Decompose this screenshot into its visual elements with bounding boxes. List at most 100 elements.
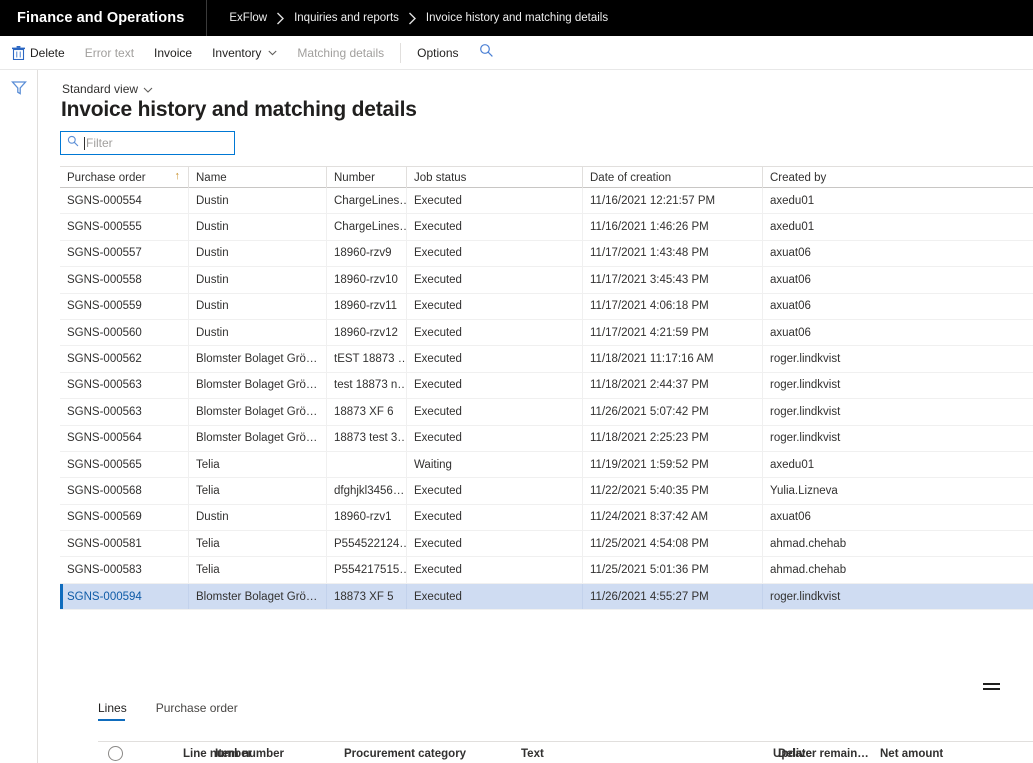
cell-purchase-order[interactable]: SGNS-000594 bbox=[60, 584, 188, 609]
tab-label: Purchase order bbox=[155, 701, 238, 715]
left-navigation-rail bbox=[0, 70, 38, 763]
lines-column-header-deliver-remainder[interactable]: Deliver remain… bbox=[778, 742, 878, 763]
cell-purchase-order[interactable]: SGNS-000569 bbox=[60, 505, 188, 530]
tab-label: Lines bbox=[98, 701, 127, 715]
table-row[interactable]: SGNS-000563 Blomster Bolaget Grö… 18873 XF… bbox=[60, 399, 1033, 426]
cell-purchase-order[interactable]: SGNS-000562 bbox=[60, 346, 188, 371]
cell-created-by: axedu01 bbox=[762, 451, 1033, 478]
table-row[interactable]: SGNS-000558 Dustin 18960-rzv10 Executed 11/1… bbox=[60, 267, 1033, 294]
toolbar-divider bbox=[400, 42, 402, 63]
cell-created-by: axuat06 bbox=[762, 267, 1033, 293]
filter-funnel-icon bbox=[11, 81, 27, 100]
cell-date-of-creation: 11/25/2021 4:54:08 PM bbox=[582, 531, 762, 557]
column-header-job-status[interactable]: Job status bbox=[406, 167, 582, 188]
lines-column-header-text[interactable]: Text bbox=[521, 742, 736, 763]
lines-column-header-procurement-category[interactable]: Procurement category bbox=[344, 742, 519, 763]
invoice-button[interactable]: Invoice bbox=[144, 39, 202, 67]
cell-number: 18960-rzv12 bbox=[326, 319, 406, 346]
cell-purchase-order[interactable]: SGNS-000554 bbox=[60, 188, 188, 213]
table-row[interactable]: SGNS-000594 Blomster Bolaget Grö… 18873 XF… bbox=[60, 583, 1033, 611]
table-row[interactable]: SGNS-000564 Blomster Bolaget Grö… 18873 te… bbox=[60, 425, 1033, 452]
filter-input[interactable]: Filter bbox=[60, 131, 235, 155]
table-row[interactable]: SGNS-000559 Dustin 18960-rzv11 Executed 11/1… bbox=[60, 293, 1033, 320]
lines-column-header-item-number[interactable]: Item number bbox=[215, 742, 335, 763]
cell-number: tEST 18873 … bbox=[326, 346, 406, 372]
cell-purchase-order[interactable]: SGNS-000559 bbox=[60, 294, 188, 319]
action-pane-toolbar: Delete Error text Invoice Inventory Matc… bbox=[0, 36, 1033, 70]
tab-lines[interactable]: Lines bbox=[98, 701, 143, 721]
table-row[interactable]: SGNS-000568 Telia dfghjkl3456… Executed 11/2… bbox=[60, 478, 1033, 505]
cell-date-of-creation: 11/17/2021 3:45:43 PM bbox=[582, 267, 762, 293]
table-row[interactable]: SGNS-000569 Dustin 18960-rzv1 Executed 11/24… bbox=[60, 504, 1033, 532]
table-row[interactable]: SGNS-000562 Blomster Bolaget Grö… tEST 188… bbox=[60, 346, 1033, 373]
table-row[interactable]: SGNS-000581 Telia P554522124… Executed 11/25… bbox=[60, 531, 1033, 558]
column-header-label: Number bbox=[334, 171, 375, 184]
sort-ascending-icon: ↑ bbox=[174, 170, 181, 182]
options-button-label: Options bbox=[417, 45, 459, 60]
cell-purchase-order[interactable]: SGNS-000583 bbox=[60, 557, 188, 582]
cell-name: Telia bbox=[188, 531, 326, 557]
cell-name: Dustin bbox=[188, 293, 326, 319]
cell-number: ChargeLines… bbox=[326, 214, 406, 240]
cell-purchase-order[interactable]: SGNS-000563 bbox=[60, 373, 188, 398]
filter-pane-toggle[interactable] bbox=[11, 80, 27, 101]
options-button[interactable]: Options bbox=[407, 39, 468, 67]
splitter-bar bbox=[983, 688, 1000, 690]
cell-purchase-order[interactable]: SGNS-000564 bbox=[60, 426, 188, 451]
view-selector[interactable]: Standard view bbox=[62, 82, 153, 96]
table-row[interactable]: SGNS-000557 Dustin 18960-rzv9 Executed 11/17… bbox=[60, 240, 1033, 268]
column-header-number[interactable]: Number bbox=[326, 167, 406, 188]
cell-name: Dustin bbox=[188, 267, 326, 293]
cell-purchase-order[interactable]: SGNS-000560 bbox=[60, 320, 188, 345]
cell-number: test 18873 n… bbox=[326, 372, 406, 399]
error-text-button-label: Error text bbox=[84, 45, 135, 60]
cell-purchase-order[interactable]: SGNS-000557 bbox=[60, 241, 188, 266]
table-row[interactable]: SGNS-000563 Blomster Bolaget Grö… test 188… bbox=[60, 372, 1033, 400]
table-row[interactable]: SGNS-000555 Dustin ChargeLines… Executed 11/… bbox=[60, 214, 1033, 241]
select-all-rows-toggle[interactable] bbox=[108, 746, 123, 761]
cell-number: 18873 XF 6 bbox=[326, 399, 406, 425]
cell-job-status: Executed bbox=[406, 399, 582, 425]
table-row[interactable]: SGNS-000554 Dustin ChargeLines… Executed 11/… bbox=[60, 188, 1033, 215]
table-row[interactable]: SGNS-000583 Telia P554217515… Executed 11/25… bbox=[60, 557, 1033, 584]
cell-created-by: axuat06 bbox=[762, 240, 1033, 267]
cell-created-by: roger.lindkvist bbox=[762, 346, 1033, 372]
page-title: Invoice history and matching details bbox=[61, 98, 417, 121]
cell-purchase-order[interactable]: SGNS-000581 bbox=[60, 531, 188, 556]
splitter-drag-handle[interactable] bbox=[983, 683, 1000, 691]
column-header-purchase-order[interactable]: Purchase order ↑ bbox=[60, 167, 188, 188]
table-row[interactable]: SGNS-000565 Telia Waiting 11/19/2021 1:59:5… bbox=[60, 451, 1033, 479]
cell-purchase-order[interactable]: SGNS-000565 bbox=[60, 452, 188, 477]
error-text-button[interactable]: Error text bbox=[75, 39, 144, 67]
filter-input-placeholder: Filter bbox=[86, 136, 113, 150]
cell-purchase-order[interactable]: SGNS-000558 bbox=[60, 267, 188, 292]
cell-job-status: Executed bbox=[406, 504, 582, 531]
tab-purchase-order[interactable]: Purchase order bbox=[156, 701, 254, 721]
navbar-divider bbox=[206, 0, 208, 36]
lines-column-header-net-amount[interactable]: Net amount bbox=[880, 742, 986, 763]
search-icon bbox=[479, 43, 494, 63]
cell-purchase-order[interactable]: SGNS-000563 bbox=[60, 399, 188, 424]
column-header-label: Purchase order bbox=[67, 171, 146, 184]
breadcrumb-item-exflow[interactable]: ExFlow bbox=[229, 12, 267, 24]
matching-details-button[interactable]: Matching details bbox=[287, 39, 394, 67]
cell-purchase-order[interactable]: SGNS-000568 bbox=[60, 478, 188, 503]
cell-purchase-order[interactable]: SGNS-000555 bbox=[60, 214, 188, 239]
invoice-button-label: Invoice bbox=[154, 45, 193, 60]
toolbar-search-button[interactable] bbox=[469, 43, 504, 63]
column-header-date-of-creation[interactable]: Date of creation bbox=[582, 167, 762, 188]
cell-created-by: axedu01 bbox=[762, 214, 1033, 240]
inventory-menu-button[interactable]: Inventory bbox=[202, 39, 287, 67]
cell-name: Blomster Bolaget Grö… bbox=[188, 372, 326, 399]
app-brand-title: Finance and Operations bbox=[17, 10, 185, 26]
delete-button[interactable]: Delete bbox=[0, 39, 75, 67]
cell-date-of-creation: 11/16/2021 1:46:26 PM bbox=[582, 214, 762, 240]
text-cursor bbox=[84, 136, 85, 150]
column-header-created-by[interactable]: Created by bbox=[762, 167, 1033, 188]
column-header-name[interactable]: Name bbox=[188, 167, 326, 188]
breadcrumb-item-inquiries-and-reports[interactable]: Inquiries and reports bbox=[294, 12, 399, 24]
table-row[interactable]: SGNS-000560 Dustin 18960-rzv12 Executed 11/1… bbox=[60, 319, 1033, 347]
invoice-history-grid-header: Purchase order ↑ Name Number Job status Date … bbox=[60, 166, 1033, 188]
cell-date-of-creation: 11/26/2021 5:07:42 PM bbox=[582, 399, 762, 425]
cell-date-of-creation: 11/25/2021 5:01:36 PM bbox=[582, 557, 762, 583]
